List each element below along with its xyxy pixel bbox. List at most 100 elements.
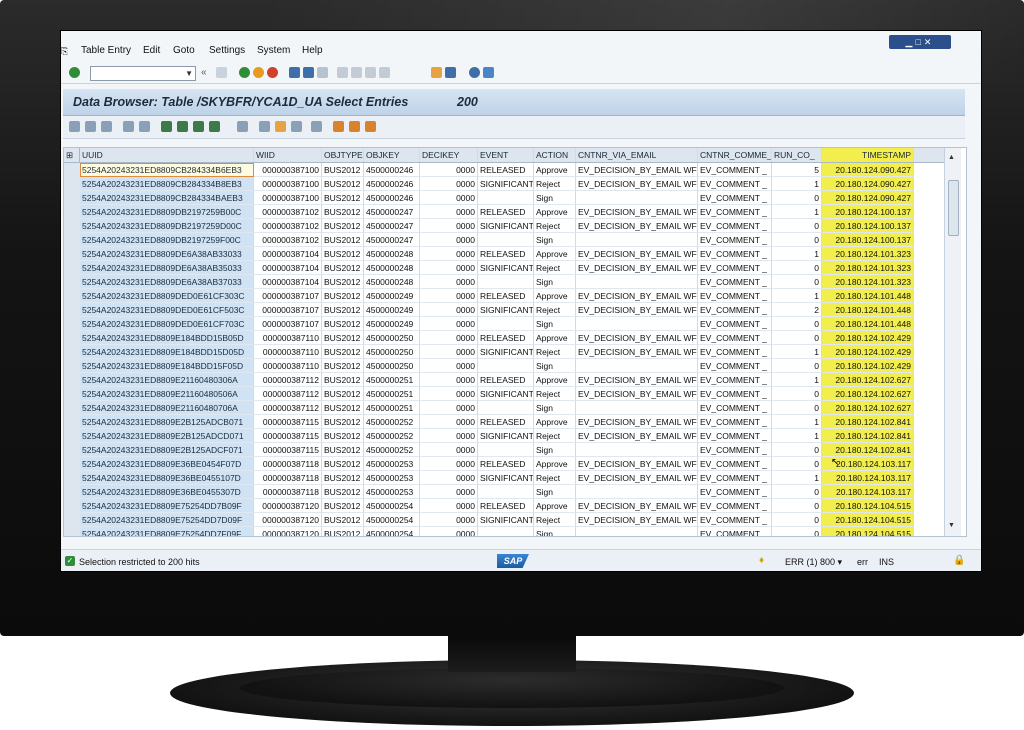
lock-icon[interactable]: 🔒 bbox=[953, 555, 965, 566]
chevron-down-icon[interactable]: ▼ bbox=[185, 67, 193, 80]
table-row[interactable]: 5254A20243231ED8809DB2197259F00C 00000038… bbox=[64, 233, 944, 247]
column-header-timestamp[interactable]: TIMESTAMP bbox=[822, 148, 914, 162]
column-header-run-count[interactable]: RUN_CO_ bbox=[772, 148, 822, 162]
column-header-event[interactable]: EVENT bbox=[478, 148, 534, 162]
scroll-thumb[interactable] bbox=[948, 180, 959, 236]
cell-event: SIGNIFICANT_ bbox=[478, 513, 534, 527]
settings-layout-icon[interactable] bbox=[365, 121, 376, 132]
cell-cntnr-comment: EV_COMMENT _ bbox=[698, 499, 772, 513]
zoom-icon[interactable] bbox=[85, 121, 96, 132]
table-row[interactable]: 5254A20243231ED8809E36BE0455307D 00000038… bbox=[64, 485, 944, 499]
table-row[interactable]: 5254A20243231ED8809E75254DD7D09F 00000038… bbox=[64, 513, 944, 527]
word-processing-icon[interactable] bbox=[291, 121, 302, 132]
column-header-action[interactable]: ACTION bbox=[534, 148, 576, 162]
command-field[interactable]: ▼ bbox=[90, 66, 196, 81]
key-icon[interactable]: ♦ bbox=[759, 555, 764, 566]
shortcut-icon[interactable] bbox=[445, 67, 456, 78]
menu-bar: ⎘ Table Entry Edit Goto Settings System … bbox=[61, 31, 981, 56]
choose-layout-icon[interactable] bbox=[311, 121, 322, 132]
next-page-icon[interactable] bbox=[365, 67, 376, 78]
new-session-icon[interactable] bbox=[431, 67, 442, 78]
table-row[interactable]: 5254A20243231ED8809DE6A38AB33033 00000038… bbox=[64, 247, 944, 261]
table-row[interactable]: 5254A20243231ED8809CB284334B8EB3 00000038… bbox=[64, 177, 944, 191]
menu-item-help[interactable]: Help bbox=[302, 45, 323, 57]
layout-icon[interactable] bbox=[483, 67, 494, 78]
scroll-down-icon[interactable]: ▼ bbox=[948, 522, 955, 529]
enter-icon[interactable] bbox=[69, 67, 80, 78]
insert-mode[interactable]: INS bbox=[879, 557, 894, 567]
exit-icon[interactable] bbox=[253, 67, 264, 78]
prev-page-icon[interactable] bbox=[351, 67, 362, 78]
column-header-cntnr-via-email[interactable]: CNTNR_VIA_EMAIL bbox=[576, 148, 698, 162]
table-row[interactable]: 5254A20243231ED8809DED0E61CF303C 00000038… bbox=[64, 289, 944, 303]
table-view-icon[interactable] bbox=[349, 121, 360, 132]
find-next-icon[interactable] bbox=[317, 67, 328, 78]
window-controls[interactable]: ▁□✕ bbox=[889, 35, 951, 49]
find-in-list-icon[interactable] bbox=[237, 121, 248, 132]
column-header-decikey[interactable]: DECIKEY bbox=[420, 148, 478, 162]
sum-icon[interactable] bbox=[209, 121, 220, 132]
column-header-objkey[interactable]: OBJKEY bbox=[364, 148, 420, 162]
cell-action: Reject bbox=[534, 513, 576, 527]
table-row[interactable]: 5254A20243231ED8809E21160480506A 00000038… bbox=[64, 387, 944, 401]
first-page-icon[interactable] bbox=[337, 67, 348, 78]
column-header-cntnr-comment[interactable]: CNTNR_COMME_ bbox=[698, 148, 772, 162]
column-header-wiid[interactable]: WIID bbox=[254, 148, 322, 162]
details-icon[interactable] bbox=[69, 121, 80, 132]
back-icon[interactable] bbox=[239, 67, 250, 78]
table-row[interactable]: 5254A20243231ED8809E36BE0454F07D 00000038… bbox=[64, 457, 944, 471]
table-row[interactable]: 5254A20243231ED8809E184BDD15D05D 00000038… bbox=[64, 345, 944, 359]
filter-set-icon[interactable] bbox=[193, 121, 204, 132]
table-row[interactable]: 5254A20243231ED8809CB284334B6EB3 00000038… bbox=[64, 163, 944, 177]
table-row[interactable]: 5254A20243231ED8809E21160480306A 00000038… bbox=[64, 373, 944, 387]
table-row[interactable]: 5254A20243231ED8809E184BDD15B05D 00000038… bbox=[64, 331, 944, 345]
table-row[interactable]: 5254A20243231ED8809E75254DD7B09F 00000038… bbox=[64, 499, 944, 513]
table-row[interactable]: 5254A20243231ED8809E2B125ADCF071 00000038… bbox=[64, 443, 944, 457]
select-all-icon[interactable]: ⊞ bbox=[64, 148, 80, 162]
filter-icon[interactable] bbox=[177, 121, 188, 132]
table-row[interactable]: 5254A20243231ED8809DE6A38AB37033 00000038… bbox=[64, 275, 944, 289]
table-row[interactable]: 5254A20243231ED8809E75254DD7F09F 00000038… bbox=[64, 527, 944, 536]
table-row[interactable]: 5254A20243231ED8809DED0E61CF703C 00000038… bbox=[64, 317, 944, 331]
help-icon[interactable] bbox=[469, 67, 480, 78]
system-info[interactable]: ERR (1) 800 ▾ bbox=[785, 557, 842, 568]
table-row[interactable]: 5254A20243231ED8809DB2197259D00C 00000038… bbox=[64, 219, 944, 233]
save-icon[interactable] bbox=[216, 67, 227, 78]
menu-item-settings[interactable]: Settings bbox=[209, 45, 245, 57]
table-row[interactable]: 5254A20243231ED8809DED0E61CF503C 00000038… bbox=[64, 303, 944, 317]
table-row[interactable]: 5254A20243231ED8809CB284334BAEB3 00000038… bbox=[64, 191, 944, 205]
column-icon[interactable] bbox=[139, 121, 150, 132]
cell-objkey: 4500000247 bbox=[364, 205, 420, 219]
scroll-up-icon[interactable]: ▲ bbox=[948, 154, 955, 161]
table-row[interactable]: 5254A20243231ED8809E21160480706A 00000038… bbox=[64, 401, 944, 415]
cell-action: Approve bbox=[534, 247, 576, 261]
menu-item-goto[interactable]: Goto bbox=[173, 45, 195, 57]
menu-item-table-entry[interactable]: Table Entry bbox=[81, 45, 131, 57]
table-row[interactable]: 5254A20243231ED8809DB2197259B00C 00000038… bbox=[64, 205, 944, 219]
menu-icon[interactable]: ⎘ bbox=[61, 45, 68, 57]
table-row[interactable]: 5254A20243231ED8809DE6A38AB35033 00000038… bbox=[64, 261, 944, 275]
collapse-icon[interactable]: « bbox=[201, 67, 212, 78]
check-table-icon[interactable] bbox=[123, 121, 134, 132]
table-row[interactable]: 5254A20243231ED8809E2B125ADCD071 00000038… bbox=[64, 429, 944, 443]
menu-item-system[interactable]: System bbox=[257, 45, 290, 57]
spreadsheet-icon[interactable] bbox=[275, 121, 286, 132]
table-row[interactable]: 5254A20243231ED8809E184BDD15F05D 00000038… bbox=[64, 359, 944, 373]
grid-view-icon[interactable] bbox=[333, 121, 344, 132]
print-icon[interactable] bbox=[289, 67, 300, 78]
cell-run-count: 1 bbox=[772, 247, 822, 261]
last-page-icon[interactable] bbox=[379, 67, 390, 78]
cancel-icon[interactable] bbox=[267, 67, 278, 78]
find-icon[interactable] bbox=[303, 67, 314, 78]
sort-ascending-icon[interactable] bbox=[161, 121, 172, 132]
refresh-icon[interactable] bbox=[101, 121, 112, 132]
table-row[interactable]: 5254A20243231ED8809E2B125ADCB071 00000038… bbox=[64, 415, 944, 429]
column-header-uuid[interactable]: UUID bbox=[80, 148, 254, 162]
table-row[interactable]: 5254A20243231ED8809E36BE0455107D 00000038… bbox=[64, 471, 944, 485]
menu-item-edit[interactable]: Edit bbox=[143, 45, 160, 57]
vertical-scrollbar[interactable]: ▲ ▼ bbox=[944, 148, 961, 536]
cell-objkey: 4500000248 bbox=[364, 261, 420, 275]
cell-objtype: BUS2012 bbox=[322, 387, 364, 401]
export-icon[interactable] bbox=[259, 121, 270, 132]
column-header-objtype[interactable]: OBJTYPE bbox=[322, 148, 364, 162]
